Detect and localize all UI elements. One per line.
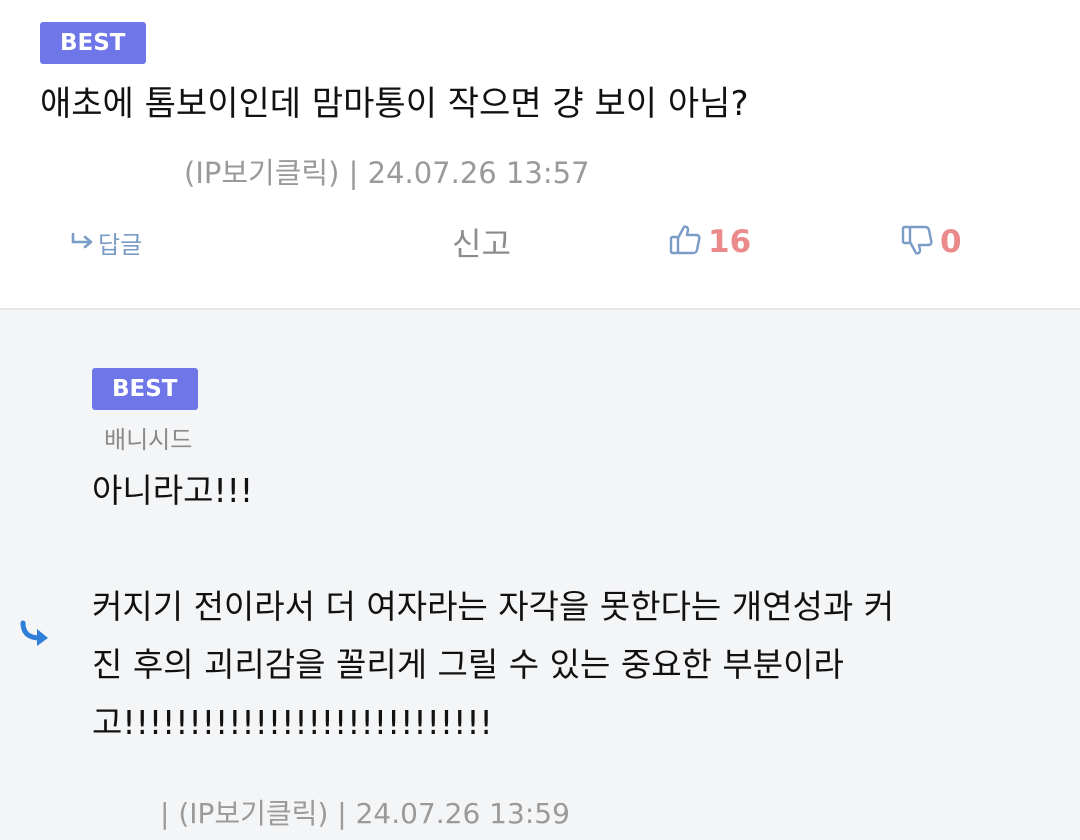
thumbs-up-icon	[668, 223, 702, 261]
reply-text-line	[92, 520, 1052, 578]
report-label: 신고	[452, 225, 511, 263]
like-button[interactable]: 16	[668, 222, 751, 262]
reply-text-line: 고!!!!!!!!!!!!!!!!!!!!!!!!!!!!	[92, 703, 493, 742]
reply-text: 아니라고!!! 커지기 전이라서 더 여자라는 자각을 못한다는 개연성과 커 …	[92, 462, 1052, 752]
reply-button[interactable]: 답글	[70, 222, 142, 262]
best-badge: BEST	[40, 22, 146, 64]
reply-text-line: 아니라고!!!	[92, 471, 254, 510]
dislike-count: 0	[940, 224, 962, 260]
reply-meta[interactable]: | (IP보기클릭) | 24.07.26 13:59	[160, 792, 570, 832]
reply-label: 답글	[98, 230, 143, 259]
reply-arrow-icon	[70, 228, 98, 256]
comment-text: 애초에 톰보이인데 맘마통이 작으면 걍 보이 아님?	[40, 84, 749, 124]
thumbs-down-icon	[900, 223, 934, 261]
like-count: 16	[708, 224, 752, 260]
reply-nickname[interactable]: 배니시드	[104, 420, 192, 455]
reply-indicator-icon	[18, 620, 54, 652]
reply-comment: BEST 배니시드 아니라고!!! 커지기 전이라서 더 여자라는 자각을 못한…	[0, 310, 1080, 840]
reply-text-line: 진 후의 괴리감을 꼴리게 그릴 수 있는 중요한 부분이라	[92, 645, 844, 684]
dislike-button[interactable]: 0	[900, 222, 962, 262]
comment-meta[interactable]: (IP보기클릭) | 24.07.26 13:57	[184, 150, 590, 192]
report-button[interactable]: 신고	[452, 222, 511, 263]
reply-text-line: 커지기 전이라서 더 여자라는 자각을 못한다는 개연성과 커	[92, 587, 895, 626]
best-badge: BEST	[92, 368, 198, 410]
top-comment: BEST 애초에 톰보이인데 맘마통이 작으면 걍 보이 아님? (IP보기클릭…	[0, 0, 1080, 310]
